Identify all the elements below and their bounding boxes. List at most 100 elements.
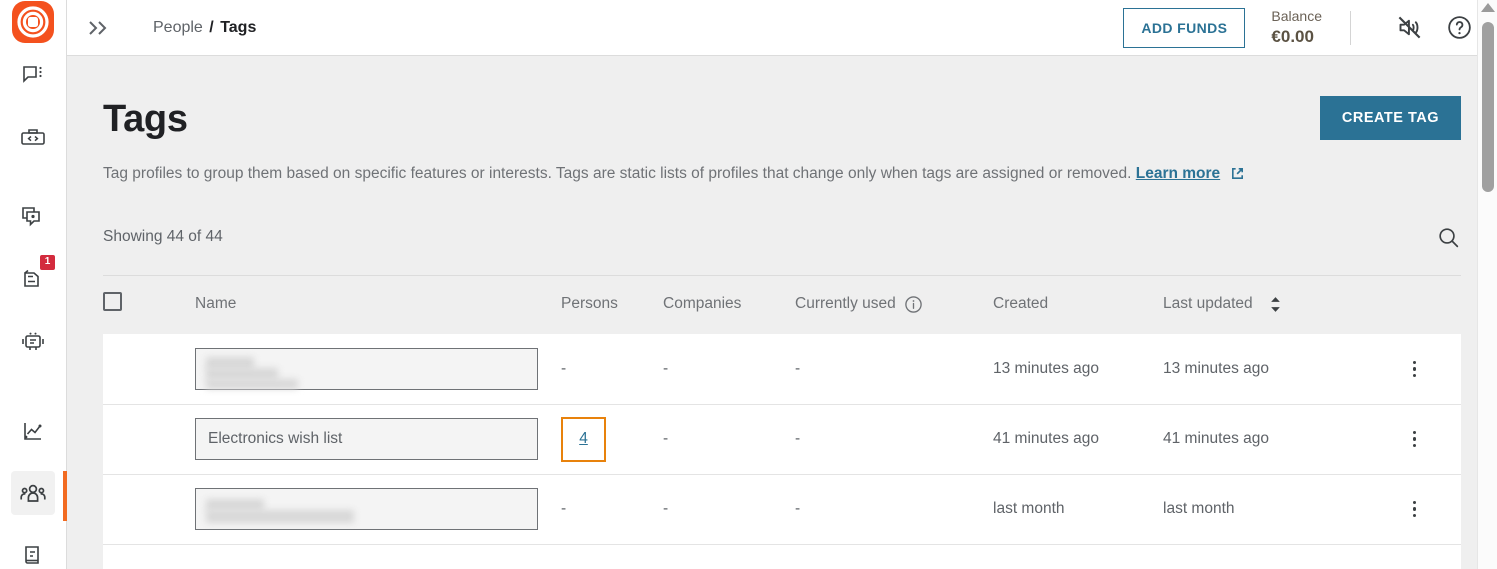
- cell-currently-used: [795, 543, 993, 569]
- add-funds-button[interactable]: ADD FUNDS: [1123, 7, 1246, 48]
- cell-last-updated: 13 minutes ago: [1163, 334, 1368, 404]
- page-title: Tags: [103, 98, 188, 140]
- cell-row-menu: [1368, 403, 1461, 474]
- book-icon: [25, 546, 39, 564]
- companies-value: -: [663, 359, 669, 377]
- th-currently-used-label: Currently used: [795, 295, 896, 312]
- cell-created: last month: [993, 473, 1163, 544]
- kebab-menu-icon[interactable]: [1368, 360, 1461, 377]
- top-header-bar: People / Tags ADD FUNDS Balance €0.00: [67, 0, 1497, 56]
- kebab-menu-icon[interactable]: [1368, 430, 1461, 448]
- left-nav-rail: 1: [0, 0, 67, 569]
- th-created[interactable]: Created: [993, 276, 1163, 334]
- sidebar-item-conversations[interactable]: [11, 195, 55, 239]
- analytics-icon: [24, 423, 42, 440]
- select-all-checkbox[interactable]: [103, 292, 122, 311]
- chat-more-icon: [23, 66, 42, 83]
- rail-group-1: [0, 44, 66, 168]
- brand-logo[interactable]: [0, 0, 66, 44]
- redaction-block: [206, 378, 298, 389]
- th-currently-used[interactable]: Currently used: [795, 276, 993, 334]
- sidebar-item-analytics[interactable]: [11, 409, 55, 453]
- cell-companies: -: [663, 473, 795, 544]
- cell-currently-used: -: [795, 334, 993, 404]
- inbox-badge: 1: [40, 255, 55, 270]
- cell-name: [195, 473, 561, 544]
- th-row-menu: [1368, 276, 1461, 334]
- redaction-block: [206, 510, 354, 523]
- cell-companies: -: [663, 334, 795, 404]
- showing-row: Showing 44 of 44: [103, 220, 1461, 254]
- breadcrumb-current: Tags: [220, 18, 257, 36]
- create-tag-button[interactable]: CREATE TAG: [1319, 96, 1461, 140]
- inbox-icon: [24, 269, 39, 287]
- table-row[interactable]: [103, 543, 1461, 569]
- cell-persons: 4: [561, 403, 663, 474]
- persons-count-link[interactable]: 4: [579, 430, 588, 448]
- speaker-muted-icon[interactable]: [1391, 10, 1427, 46]
- breadcrumb-parent[interactable]: People: [153, 19, 203, 36]
- tag-name-redacted[interactable]: [195, 488, 538, 530]
- cell-row-menu: [1368, 473, 1461, 544]
- sidebar-item-chatbot[interactable]: [11, 319, 55, 363]
- sort-updown-icon[interactable]: [1267, 295, 1284, 314]
- th-name[interactable]: Name: [195, 276, 561, 334]
- sidebar-item-developers[interactable]: [11, 115, 55, 159]
- header-divider: [1350, 10, 1351, 45]
- cell-created: 13 minutes ago: [993, 334, 1163, 404]
- tag-name-input[interactable]: [195, 418, 538, 460]
- sidebar-item-people[interactable]: [11, 471, 67, 521]
- cell-persons: -: [561, 473, 663, 544]
- th-last-updated-inner: Last updated: [1163, 295, 1368, 314]
- copy-chat-icon: [22, 207, 40, 227]
- cell-currently-used: -: [795, 403, 993, 474]
- table-row[interactable]: 4 - - 41 minutes ago 41 m: [103, 403, 1461, 474]
- th-companies[interactable]: Companies: [663, 276, 795, 334]
- balance-value: €0.00: [1271, 26, 1314, 46]
- cell-select: [103, 334, 195, 404]
- sidebar-item-chat[interactable]: [11, 53, 55, 97]
- balance-block: Balance €0.00: [1271, 8, 1322, 47]
- th-created-label: Created: [993, 295, 1049, 312]
- th-currently-used-inner: Currently used: [795, 295, 993, 314]
- currently-used-value: -: [795, 500, 801, 517]
- cell-persons: -: [561, 334, 663, 404]
- cell-row-menu: [1368, 543, 1461, 569]
- th-persons-label: Persons: [561, 295, 618, 312]
- sidebar-item-inbox[interactable]: 1: [11, 255, 55, 301]
- table-row[interactable]: - - - 13 minutes ago 13 minutes ago: [103, 334, 1461, 404]
- cell-row-menu: [1368, 334, 1461, 404]
- cell-persons: [561, 543, 663, 569]
- cell-companies: [663, 543, 795, 569]
- th-last-updated[interactable]: Last updated: [1163, 276, 1368, 334]
- cell-select: [103, 403, 195, 474]
- rail-group-3: [0, 400, 67, 569]
- double-chevron-right-icon[interactable]: [85, 18, 111, 38]
- learn-more-link[interactable]: Learn more: [1136, 165, 1220, 182]
- external-link-icon[interactable]: [1230, 166, 1245, 186]
- created-value: 13 minutes ago: [993, 359, 1099, 377]
- currently-used-value: -: [795, 359, 801, 377]
- scrollbar-thumb[interactable]: [1482, 22, 1494, 192]
- cell-last-updated: [1163, 543, 1368, 569]
- brand-logo-icon: [12, 1, 54, 43]
- companies-value: -: [663, 430, 669, 447]
- th-persons[interactable]: Persons: [561, 276, 663, 334]
- cell-created: [993, 543, 1163, 569]
- kebab-menu-icon[interactable]: [1368, 500, 1461, 518]
- cell-last-updated: 41 minutes ago: [1163, 403, 1368, 474]
- page-scrollbar[interactable]: [1477, 0, 1497, 569]
- page-content: Tags CREATE TAG Tag profiles to group th…: [67, 56, 1497, 569]
- scroll-up-arrow-icon[interactable]: [1480, 3, 1495, 12]
- currently-used-value: -: [795, 430, 801, 447]
- sidebar-item-knowledge-base[interactable]: [11, 533, 55, 569]
- search-icon[interactable]: [1436, 225, 1461, 250]
- companies-value: -: [663, 500, 669, 517]
- app-root: 1 People / Tags ADD FUNDS Balance €0.00 …: [0, 0, 1497, 569]
- info-circle-icon[interactable]: [904, 295, 923, 314]
- cell-companies: -: [663, 403, 795, 474]
- tags-table-head: Name Persons Companies Currently used Cr…: [103, 276, 1461, 334]
- help-circle-icon[interactable]: [1441, 10, 1477, 46]
- table-row[interactable]: - - - last month last month: [103, 473, 1461, 544]
- tag-name-redacted[interactable]: [195, 347, 538, 390]
